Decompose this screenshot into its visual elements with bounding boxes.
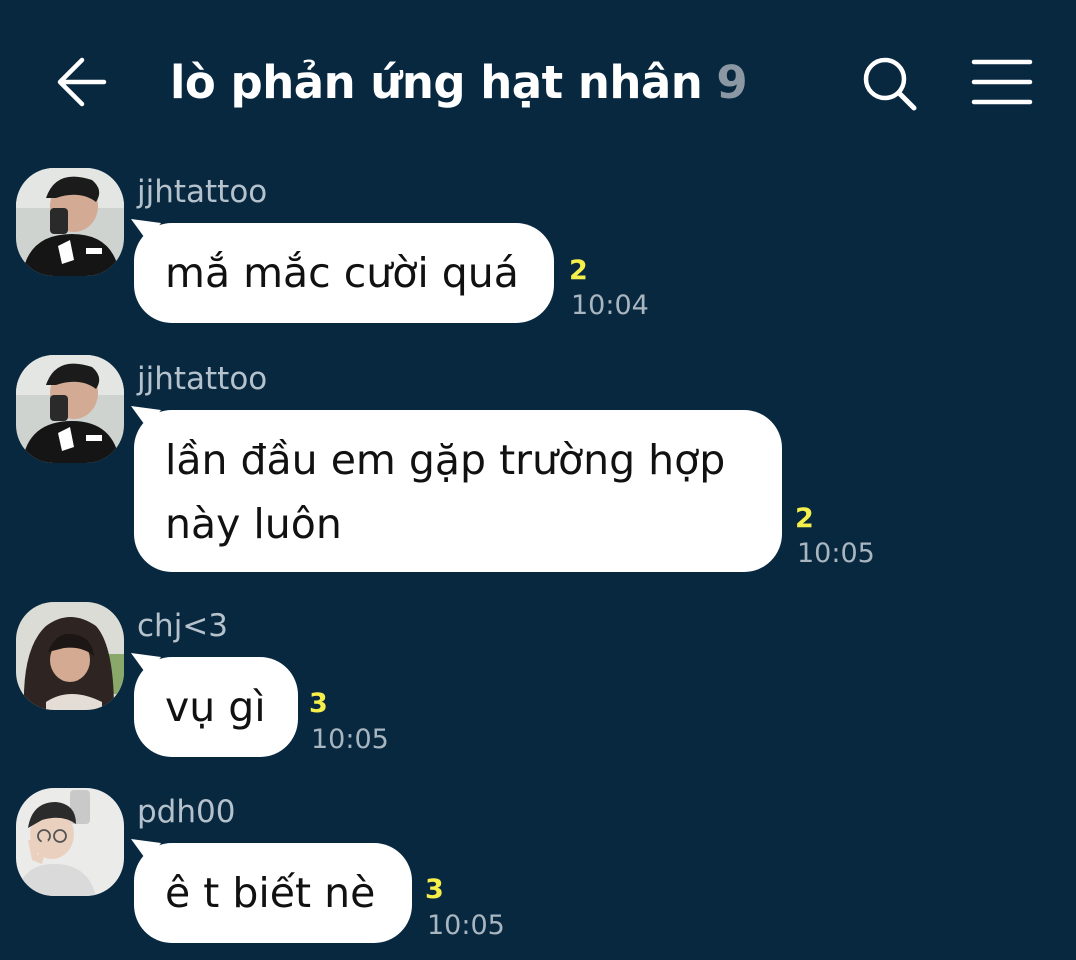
back-button[interactable] bbox=[52, 52, 112, 112]
timestamp: 10:05 bbox=[427, 910, 505, 941]
message-text: vụ gì bbox=[165, 683, 266, 731]
timestamp: 10:05 bbox=[311, 724, 389, 755]
avatar[interactable] bbox=[16, 355, 124, 463]
username[interactable]: jjhtattoo bbox=[137, 361, 267, 397]
message-text: ê t biết nè bbox=[165, 869, 376, 917]
chat-title-area[interactable]: lò phản ứng hạt nhân 9 bbox=[170, 52, 748, 112]
profile-photo-icon bbox=[16, 355, 124, 463]
unread-count: 3 bbox=[425, 874, 444, 905]
menu-button[interactable] bbox=[970, 56, 1034, 110]
search-icon bbox=[863, 57, 917, 111]
username[interactable]: jjhtattoo bbox=[137, 174, 267, 210]
bubble-tail-icon bbox=[131, 839, 161, 861]
message-bubble[interactable]: vụ gì bbox=[131, 653, 298, 757]
unread-count: 2 bbox=[795, 503, 814, 534]
search-button[interactable] bbox=[860, 54, 920, 114]
member-count: 9 bbox=[716, 55, 748, 109]
profile-photo-icon bbox=[16, 602, 124, 710]
chat-header: lò phản ứng hạt nhân 9 bbox=[0, 0, 1076, 160]
message-row: jjhtattoo mắ mắc cười quá 2 10:04 bbox=[0, 168, 1076, 328]
arrow-left-icon bbox=[57, 57, 107, 107]
avatar[interactable] bbox=[16, 788, 124, 896]
bubble-tail-icon bbox=[131, 219, 161, 241]
message-text: lần đầu em gặp trường hợp này luôn bbox=[165, 436, 726, 548]
profile-photo-icon bbox=[16, 788, 124, 896]
message-row: pdh00 ê t biết nè 3 10:05 bbox=[0, 788, 1076, 948]
profile-photo-icon bbox=[16, 168, 124, 276]
message-bubble[interactable]: lần đầu em gặp trường hợp này luôn bbox=[131, 406, 782, 572]
timestamp: 10:05 bbox=[797, 538, 875, 569]
chat-title: lò phản ứng hạt nhân bbox=[170, 55, 703, 109]
avatar[interactable] bbox=[16, 168, 124, 276]
username[interactable]: chj<3 bbox=[137, 608, 228, 644]
message-bubble[interactable]: ê t biết nè bbox=[131, 839, 412, 943]
bubble-tail-icon bbox=[131, 406, 161, 428]
timestamp: 10:04 bbox=[571, 290, 649, 321]
username[interactable]: pdh00 bbox=[137, 794, 235, 830]
message-row: chj<3 vụ gì 3 10:05 bbox=[0, 602, 1076, 762]
message-row: jjhtattoo lần đầu em gặp trường hợp này … bbox=[0, 355, 1076, 580]
unread-count: 3 bbox=[309, 688, 328, 719]
avatar[interactable] bbox=[16, 602, 124, 710]
message-bubble[interactable]: mắ mắc cười quá bbox=[131, 219, 554, 323]
unread-count: 2 bbox=[569, 255, 588, 286]
hamburger-menu-icon bbox=[971, 59, 1033, 105]
message-text: mắ mắc cười quá bbox=[165, 249, 519, 297]
bubble-tail-icon bbox=[131, 653, 161, 675]
